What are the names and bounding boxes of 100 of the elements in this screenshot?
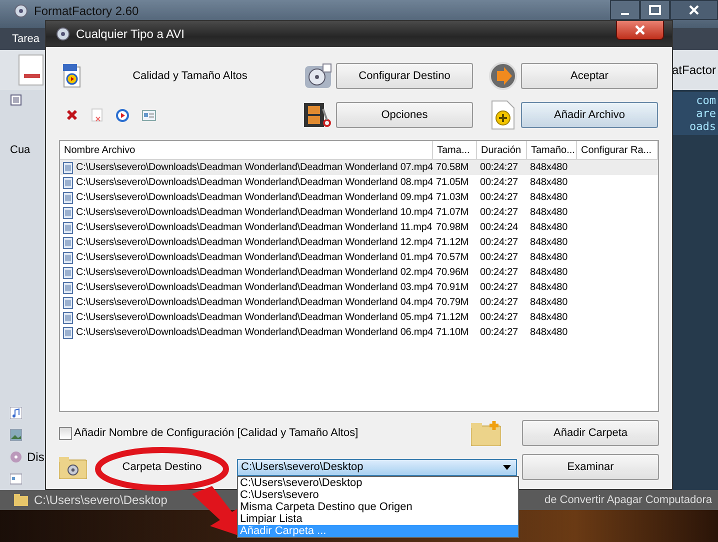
close-button[interactable] [670, 0, 718, 20]
table-cell: 848x480 [530, 297, 568, 308]
folder-plus-icon [471, 420, 501, 446]
table-cell: 70.98M [436, 222, 469, 233]
file-row[interactable]: C:\Users\severo\Downloads\Deadman Wonderland\Deadman Wonderland 06.mp4 71.10M 00:24:27 848x480 [60, 325, 658, 340]
checkbox[interactable] [59, 426, 72, 440]
info-card-icon[interactable] [142, 110, 156, 120]
table-cell: 848x480 [530, 162, 568, 173]
settings-button[interactable]: Configurar Destino [336, 63, 473, 89]
add-folder-button[interactable]: Añadir Carpeta [522, 420, 659, 446]
table-cell: 00:24:24 [480, 222, 518, 233]
table-cell: 00:24:27 [480, 177, 518, 188]
table-cell: 848x480 [530, 267, 568, 278]
file-row[interactable]: C:\Users\severo\Downloads\Deadman Wonderland\Deadman Wonderland 01.mp4 70.57M 00:24:27 848x480 [60, 250, 658, 265]
dropdown-option[interactable]: C:\Users\severo [238, 488, 518, 500]
play-circle-icon[interactable] [116, 108, 129, 122]
document-icon[interactable] [18, 54, 44, 86]
column-header[interactable]: Configurar Ra... [577, 141, 658, 159]
file-row[interactable]: C:\Users\severo\Downloads\Deadman Wonderland\Deadman Wonderland 03.mp4 70.91M 00:24:27 848x480 [60, 280, 658, 295]
file-row[interactable]: C:\Users\severo\Downloads\Deadman Wonderland\Deadman Wonderland 07.mp4 70.58M 00:24:27 848x480 [60, 160, 658, 175]
document-x-icon[interactable] [91, 108, 103, 122]
table-cell: 70.96M [436, 267, 469, 278]
dialog-title: Cualquier Tipo a AVI [76, 27, 185, 41]
menu-item[interactable]: Tarea [12, 33, 40, 45]
table-cell: C:\Users\severo\Downloads\Deadman Wonderland\Deadman Wonderland 05.mp4 [76, 312, 433, 323]
file-row[interactable]: C:\Users\severo\Downloads\Deadman Wonderland\Deadman Wonderland 04.mp4 70.79M 00:24:27 848x480 [60, 295, 658, 310]
list-icon[interactable] [10, 94, 22, 106]
table-cell: C:\Users\severo\Downloads\Deadman Wonderland\Deadman Wonderland 04.mp4 [76, 297, 433, 308]
table-cell: 70.57M [436, 252, 469, 263]
dropdown-option[interactable]: Misma Carpeta Destino que Origen [238, 500, 518, 512]
maximize-button[interactable] [640, 0, 670, 20]
add-button[interactable]: Añadir Archivo [521, 102, 658, 128]
caret-icon [503, 464, 511, 470]
video-file-icon [63, 192, 73, 204]
checkbox-label: Añadir Nombre de Configuración [Calidad y Tamaño Altos] [74, 427, 358, 439]
picture-icon[interactable] [10, 428, 22, 440]
column-header[interactable]: Duración [477, 141, 527, 159]
table-cell: 00:24:27 [480, 162, 518, 173]
table-cell: 71.10M [436, 327, 469, 338]
table-cell: 00:24:27 [480, 267, 518, 278]
table-cell: C:\Users\severo\Downloads\Deadman Wonderland\Deadman Wonderland 01.mp4 [76, 252, 433, 263]
ad-text: are [696, 107, 716, 120]
file-row[interactable]: C:\Users\severo\Downloads\Deadman Wonderland\Deadman Wonderland 11.mp4 70.98M 00:24:24 848x480 [60, 220, 658, 235]
browse-button[interactable]: Examinar [522, 454, 659, 480]
dropdown-option[interactable]: Limpiar Lista [238, 512, 518, 524]
folder-gear-icon[interactable] [59, 455, 87, 479]
table-cell: 71.03M [436, 192, 469, 203]
table-cell: 00:24:27 [480, 237, 518, 248]
app-icon [14, 4, 28, 18]
table-cell: 00:24:27 [480, 327, 518, 338]
table-cell: C:\Users\severo\Downloads\Deadman Wonderland\Deadman Wonderland 07.mp4 [76, 162, 433, 173]
window-title: FormatFactory 2.60 [34, 4, 139, 18]
disc-gear-icon [302, 62, 332, 90]
avi-file-icon [63, 64, 81, 88]
window-icon[interactable] [10, 472, 22, 484]
options-button[interactable]: Opciones [336, 102, 473, 128]
table-cell: C:\Users\severo\Downloads\Deadman Wonderland\Deadman Wonderland 11.mp4 [76, 222, 432, 233]
file-row[interactable]: C:\Users\severo\Downloads\Deadman Wonderland\Deadman Wonderland 08.mp4 71.05M 00:24:27 848x480 [60, 175, 658, 190]
file-row[interactable]: C:\Users\severo\Downloads\Deadman Wonderland\Deadman Wonderland 12.mp4 71.12M 00:24:27 848x480 [60, 235, 658, 250]
table-cell: C:\Users\severo\Downloads\Deadman Wonderland\Deadman Wonderland 02.mp4 [76, 267, 433, 278]
music-note-icon[interactable] [10, 406, 22, 418]
profile-label: Calidad y Tamaño Altos [132, 70, 248, 82]
destination-label: Carpeta Destino [121, 461, 203, 473]
file-row[interactable]: C:\Users\severo\Downloads\Deadman Wonderland\Deadman Wonderland 05.mp4 71.12M 00:24:27 848x480 [60, 310, 658, 325]
close-button[interactable] [616, 21, 664, 40]
sidebar-text: Cua [10, 144, 32, 156]
file-row[interactable]: C:\Users\severo\Downloads\Deadman Wonderland\Deadman Wonderland 02.mp4 70.96M 00:24:27 848x480 [60, 265, 658, 280]
table-cell: 00:24:27 [480, 282, 518, 293]
video-file-icon [63, 266, 73, 278]
minimize-button[interactable] [610, 0, 640, 20]
minimize-icon [621, 13, 629, 15]
document-plus-icon [490, 100, 514, 130]
table-cell: 00:24:27 [480, 207, 518, 218]
delete-icon[interactable] [66, 109, 78, 121]
folder-icon [14, 494, 28, 506]
table-cell: 71.12M [436, 312, 469, 323]
table-cell: 00:24:27 [480, 297, 518, 308]
dropdown-option[interactable]: C:\Users\severo\Desktop [238, 476, 518, 488]
accept-button[interactable]: Aceptar [521, 63, 658, 89]
sidebar-text: Dis [27, 450, 44, 464]
video-file-icon [63, 236, 73, 248]
file-row[interactable]: C:\Users\severo\Downloads\Deadman Wonderland\Deadman Wonderland 09.mp4 71.03M 00:24:27 848x480 [60, 190, 658, 205]
maximize-icon [649, 5, 661, 15]
column-header[interactable]: Tamaño... [527, 141, 577, 159]
column-header[interactable]: Nombre Archivo [60, 141, 433, 159]
video-file-icon [63, 252, 73, 264]
video-file-icon [63, 282, 73, 294]
table-cell: 71.05M [436, 177, 469, 188]
table-cell: C:\Users\severo\Downloads\Deadman Wonderland\Deadman Wonderland 03.mp4 [76, 282, 433, 293]
table-cell: C:\Users\severo\Downloads\Deadman Wonderland\Deadman Wonderland 08.mp4 [76, 177, 433, 188]
video-file-icon [63, 176, 73, 188]
column-header[interactable]: Tama... [433, 141, 477, 159]
table-cell: 00:24:27 [480, 192, 518, 203]
close-icon [634, 24, 646, 36]
file-row[interactable]: C:\Users\severo\Downloads\Deadman Wonderland\Deadman Wonderland 10.mp4 71.07M 00:24:27 848x480 [60, 205, 658, 220]
film-scissors-icon [302, 101, 332, 129]
table-cell: 70.79M [436, 297, 469, 308]
table-cell: 71.12M [436, 237, 469, 248]
video-file-icon [63, 222, 73, 234]
table-cell: 848x480 [530, 222, 568, 233]
